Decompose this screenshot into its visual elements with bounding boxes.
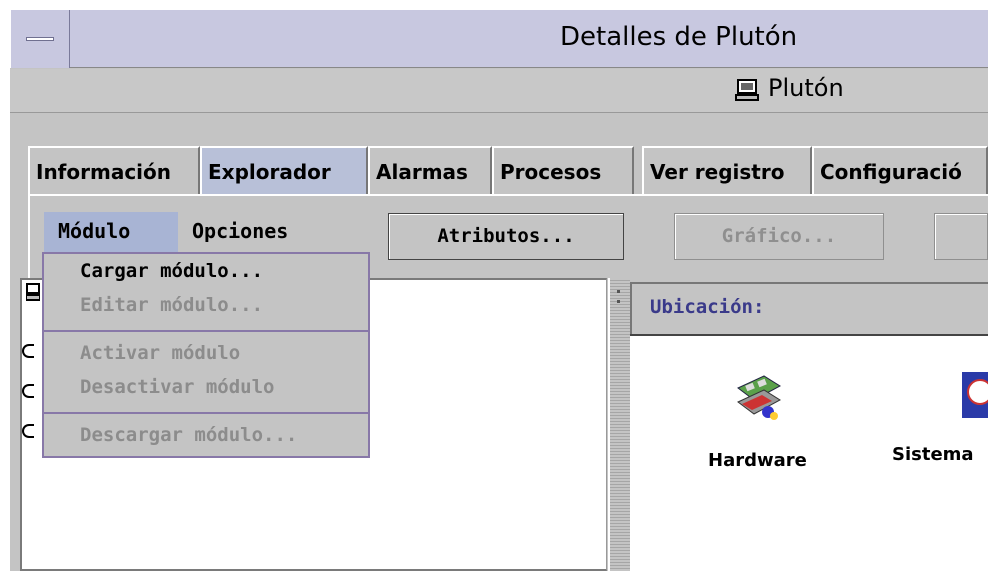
tab-configuracion[interactable]: Configuració [812, 146, 988, 195]
tab-divider [28, 194, 988, 196]
computer-icon [735, 79, 759, 101]
splitter-grip [617, 300, 620, 303]
tree-node-icon[interactable] [22, 384, 34, 398]
attributes-button[interactable]: Atributos... [388, 213, 624, 260]
menu-item-unload-module[interactable]: Descargar módulo... [44, 420, 368, 454]
graph-button[interactable]: Gráfico... [674, 213, 884, 260]
menu-separator [44, 412, 368, 414]
system-icon[interactable] [962, 372, 988, 418]
menu-item-edit-module[interactable]: Editar módulo... [44, 290, 368, 324]
window-title: Detalles de Plutón [560, 22, 798, 52]
menu-item-load-module[interactable]: Cargar módulo... [44, 256, 368, 290]
tab-informacion[interactable]: Información [28, 146, 200, 195]
window-menu-icon [26, 37, 54, 41]
menu-module[interactable]: Módulo [44, 212, 178, 254]
hardware-icon[interactable] [734, 372, 782, 422]
menu-item-enable-module[interactable]: Activar módulo [44, 338, 368, 372]
host-name: Plutón [768, 74, 844, 102]
splitter-grip [617, 290, 620, 293]
menu-options[interactable]: Opciones [192, 212, 332, 252]
tree-node-icon[interactable] [22, 344, 34, 358]
hardware-label: Hardware [708, 450, 807, 471]
tab-procesos[interactable]: Procesos [492, 146, 634, 195]
tree-computer-icon [26, 283, 40, 301]
tab-explorador[interactable]: Explorador [200, 146, 368, 195]
toolbar-button-cut-off[interactable] [934, 213, 988, 260]
pane-splitter[interactable] [608, 278, 630, 571]
location-label: Ubicación: [650, 296, 765, 318]
menu-separator [44, 330, 368, 332]
tree-node-icon[interactable] [22, 424, 34, 438]
system-label: Sistema [892, 444, 974, 465]
tab-alarmas[interactable]: Alarmas [368, 146, 492, 195]
menu-item-disable-module[interactable]: Desactivar módulo [44, 372, 368, 406]
tab-ver-registro[interactable]: Ver registro [642, 146, 812, 195]
